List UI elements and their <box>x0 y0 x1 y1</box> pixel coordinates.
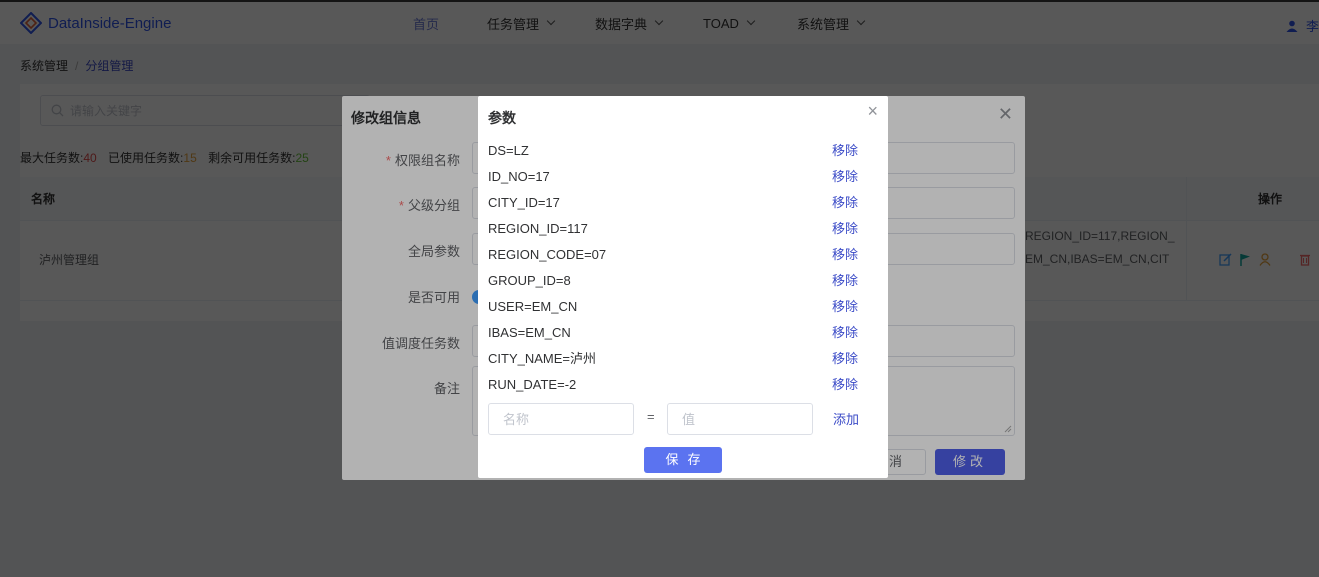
param-text: CITY_ID=17 <box>488 195 560 210</box>
param-item: REGION_CODE=07 移除 <box>488 242 868 268</box>
param-text: REGION_ID=117 <box>488 221 588 236</box>
remove-link[interactable]: 移除 <box>832 372 858 398</box>
save-button[interactable]: 保存 <box>644 447 722 473</box>
params-dialog: 参数 × DS=LZ 移除 ID_NO=17 移除 CITY_ID=17 移除 REG… <box>478 96 888 478</box>
remove-link[interactable]: 移除 <box>832 242 858 268</box>
param-text: GROUP_ID=8 <box>488 273 571 288</box>
param-item: IBAS=EM_CN 移除 <box>488 320 868 346</box>
close-icon[interactable]: × <box>867 101 878 122</box>
param-text: CITY_NAME=泸州 <box>488 351 596 366</box>
param-value-input[interactable] <box>667 403 813 435</box>
param-text: ID_NO=17 <box>488 169 550 184</box>
param-item: USER=EM_CN 移除 <box>488 294 868 320</box>
remove-link[interactable]: 移除 <box>832 216 858 242</box>
param-item: REGION_ID=117 移除 <box>488 216 868 242</box>
remove-link[interactable]: 移除 <box>832 164 858 190</box>
remove-link[interactable]: 移除 <box>832 190 858 216</box>
remove-link[interactable]: 移除 <box>832 294 858 320</box>
param-text: DS=LZ <box>488 143 529 158</box>
param-name-input[interactable] <box>488 403 634 435</box>
param-item: GROUP_ID=8 移除 <box>488 268 868 294</box>
param-text: REGION_CODE=07 <box>488 247 607 262</box>
param-item: RUN_DATE=-2 移除 <box>488 372 868 398</box>
add-param-link[interactable]: 添加 <box>833 409 859 428</box>
param-item: DS=LZ 移除 <box>488 138 868 164</box>
param-text: RUN_DATE=-2 <box>488 377 577 392</box>
dialog-title: 参数 <box>488 110 516 126</box>
param-item: CITY_NAME=泸州 移除 <box>488 346 868 372</box>
remove-link[interactable]: 移除 <box>832 268 858 294</box>
param-text: USER=EM_CN <box>488 299 578 314</box>
remove-link[interactable]: 移除 <box>832 346 858 372</box>
remove-link[interactable]: 移除 <box>832 320 858 346</box>
equals-sign: = <box>647 409 655 424</box>
remove-link[interactable]: 移除 <box>832 138 858 164</box>
param-item: ID_NO=17 移除 <box>488 164 868 190</box>
param-item: CITY_ID=17 移除 <box>488 190 868 216</box>
param-text: IBAS=EM_CN <box>488 325 571 340</box>
